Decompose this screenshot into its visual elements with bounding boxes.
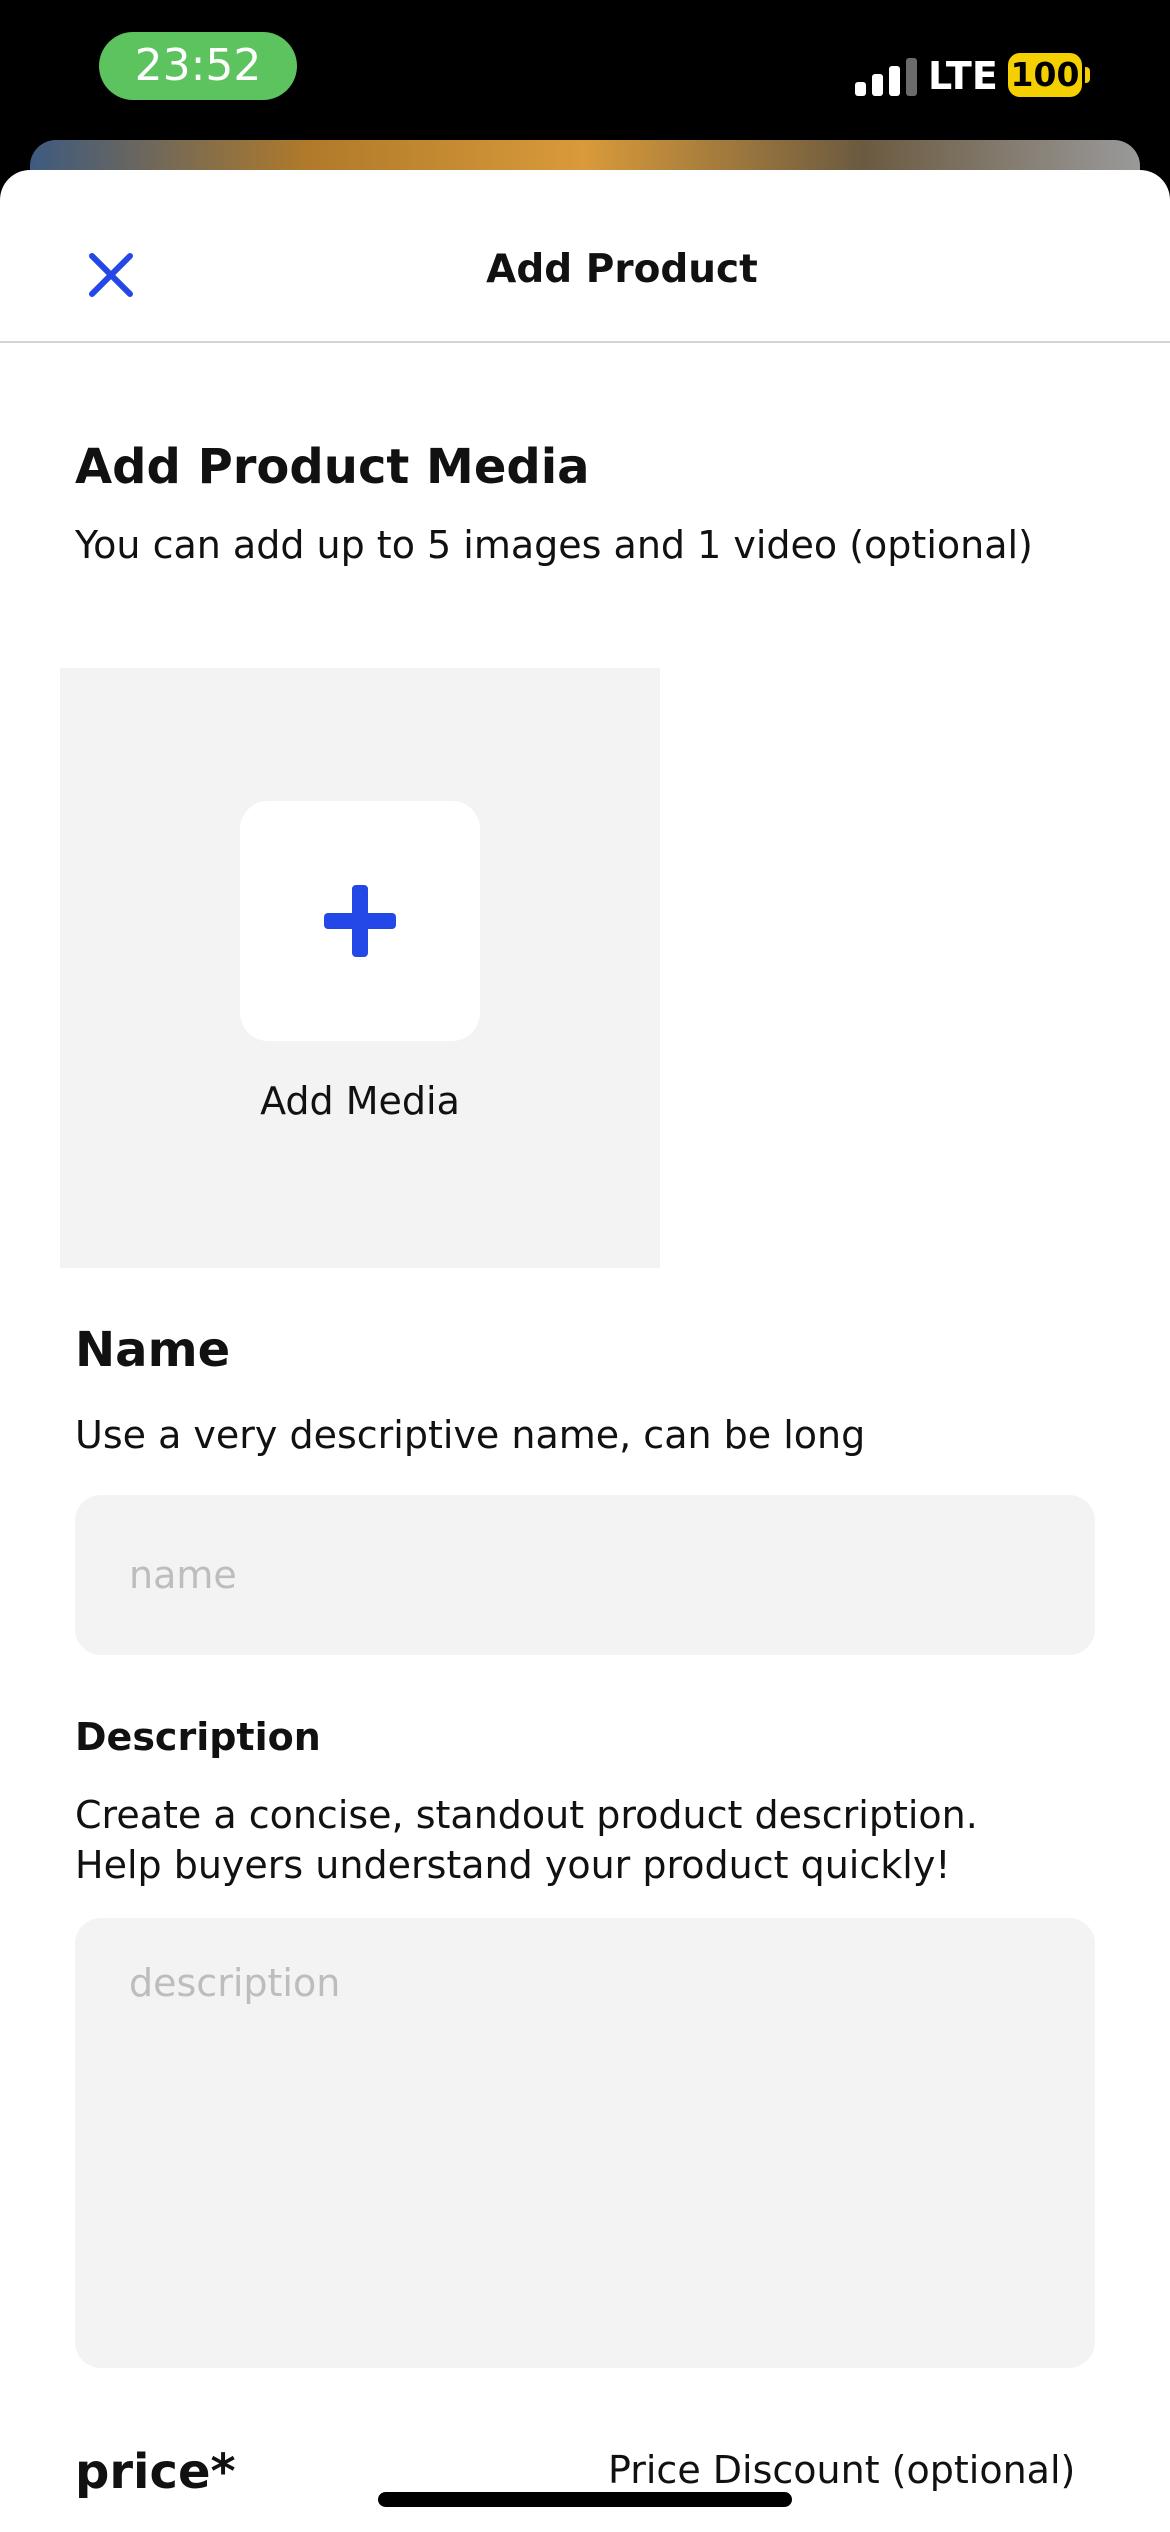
description-field[interactable]: description xyxy=(75,1918,1095,2368)
cellular-signal-icon xyxy=(855,58,917,96)
media-section-heading: Add Product Media xyxy=(75,439,590,495)
price-discount-label: Price Discount (optional) xyxy=(608,2448,1076,2492)
battery-tip xyxy=(1085,67,1090,83)
add-product-sheet: Add Product Add Product Media You can ad… xyxy=(0,170,1170,2532)
description-subtitle: Create a concise, standout product descr… xyxy=(75,1793,978,1887)
name-placeholder: name xyxy=(129,1553,237,1597)
name-subtitle: Use a very descriptive name, can be long xyxy=(75,1413,866,1457)
status-time: 23:52 xyxy=(99,32,297,100)
page-title: Add Product xyxy=(486,247,758,292)
add-media-button[interactable] xyxy=(240,801,480,1041)
battery-icon: 100 xyxy=(1008,53,1082,97)
name-field[interactable]: name xyxy=(75,1495,1095,1655)
battery-level: 100 xyxy=(1010,55,1080,94)
name-heading: Name xyxy=(75,1322,231,1378)
description-placeholder: description xyxy=(129,1961,341,2005)
media-section-subtitle: You can add up to 5 images and 1 video (… xyxy=(75,523,1033,567)
description-heading: Description xyxy=(75,1715,321,1759)
media-panel: Add Media xyxy=(60,668,660,1268)
add-media-label: Add Media xyxy=(260,1079,460,1123)
plus-icon xyxy=(324,885,396,957)
price-label: price* xyxy=(75,2444,236,2500)
network-type: LTE xyxy=(928,54,998,98)
home-indicator[interactable] xyxy=(378,2492,792,2507)
status-bar: 23:52 LTE 100 xyxy=(0,0,1170,140)
navigation-header: Add Product xyxy=(0,170,1170,343)
